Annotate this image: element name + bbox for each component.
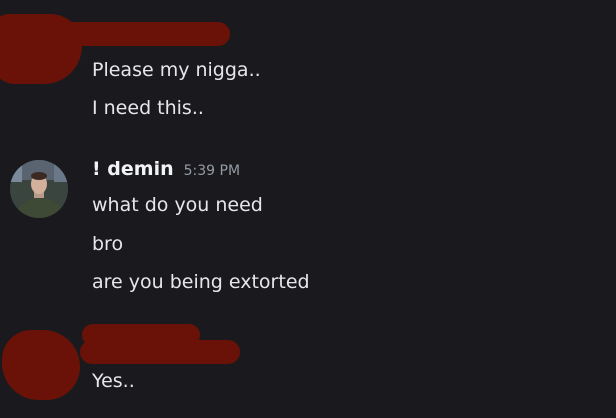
message-text: Please my nigga.. [92, 59, 261, 81]
redacted-username-top [40, 22, 230, 46]
user-avatar[interactable] [10, 160, 68, 218]
message-text: are you being extorted [92, 271, 310, 293]
message-header: ! demin 5:39 PM [92, 158, 240, 180]
timestamp: 5:39 PM [183, 163, 241, 179]
message-text: Yes.. [92, 370, 135, 392]
message-text: what do you need [92, 194, 263, 216]
user-avatar-photo-icon [10, 160, 68, 218]
redacted-timestamp-bottom [80, 340, 240, 364]
message-text: bro [92, 233, 124, 255]
username[interactable]: ! demin [92, 158, 174, 180]
message-text: I need this.. [92, 97, 204, 119]
redacted-avatar-bottom [2, 330, 80, 400]
